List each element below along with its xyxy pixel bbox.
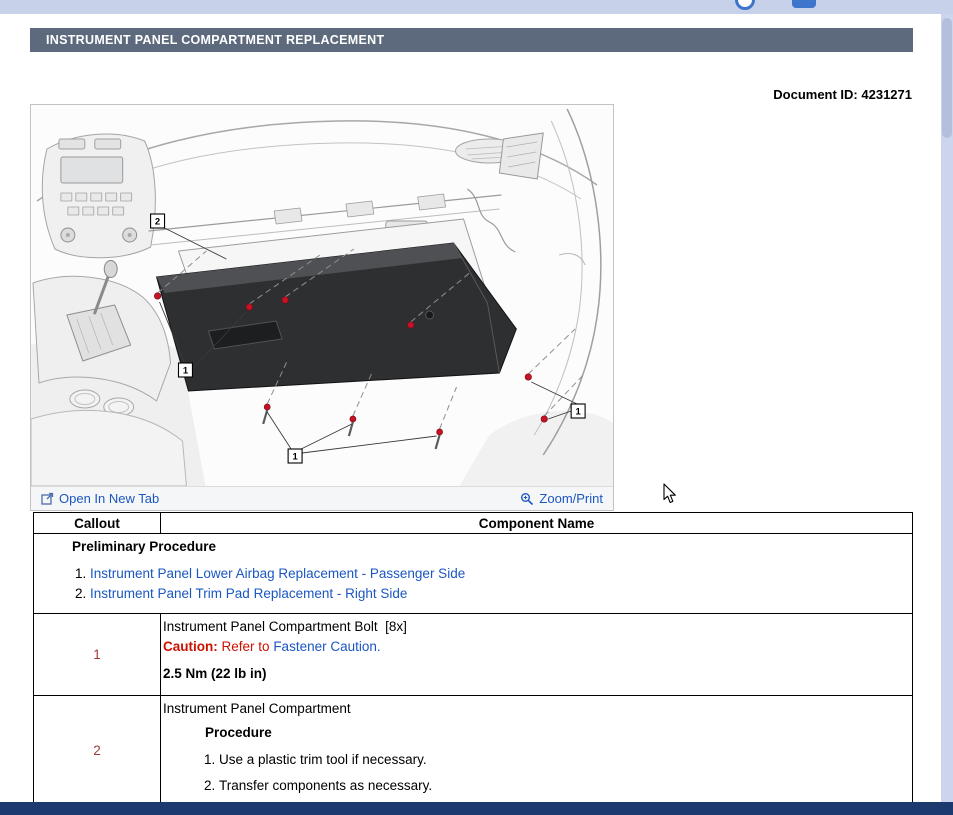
document-id: Document ID: 4231271 [773, 87, 912, 102]
preliminary-list-item: Instrument Panel Trim Pad Replacement - … [90, 586, 908, 601]
svg-text:1: 1 [575, 406, 580, 417]
scrollbar-thumb[interactable] [942, 18, 952, 138]
figure-panel: 2 1 1 1 Open In New Tab [30, 104, 614, 511]
section-header: INSTRUMENT PANEL COMPARTMENT REPLACEMENT [30, 28, 913, 52]
toolbar-icon-2[interactable] [792, 0, 816, 8]
procedure-step-1: Use a plastic trim tool if necessary. [219, 750, 908, 770]
scrollbar[interactable] [941, 0, 953, 803]
svg-text:1: 1 [292, 451, 297, 462]
component-name-bolt: Instrument Panel Compartment Bolt [8x] [163, 617, 908, 637]
fastener-caution-link[interactable]: Fastener Caution. [273, 639, 380, 654]
figure-footer: Open In New Tab Zoom/Print [31, 486, 613, 510]
mouse-cursor [663, 483, 678, 504]
column-header-callout: Callout [34, 513, 161, 534]
preliminary-procedure-title: Preliminary Procedure [34, 539, 908, 554]
preliminary-procedure-row: Preliminary Procedure Instrument Panel L… [34, 534, 913, 614]
callout-number-2: 2 [34, 696, 161, 805]
caution-line: Caution: Refer to Fastener Caution. [163, 637, 908, 657]
preliminary-list-item: Instrument Panel Lower Airbag Replacemen… [90, 566, 908, 581]
preliminary-procedure-list: Instrument Panel Lower Airbag Replacemen… [34, 566, 908, 601]
caution-text: Refer to [222, 639, 270, 654]
table-header-row: Callout Component Name [34, 513, 913, 534]
torque-spec: 2.5 Nm (22 lb in) [163, 664, 908, 684]
figure-diagram: 2 1 1 1 [31, 105, 613, 486]
table-row-callout-2: 2 Instrument Panel Compartment Procedure… [34, 696, 913, 805]
callout-marker-1c: 1 [571, 404, 585, 418]
callout-table: Callout Component Name Preliminary Proce… [33, 512, 913, 805]
column-header-component: Component Name [161, 513, 913, 534]
zoom-magnifier-icon [520, 492, 534, 506]
callout-marker-1a: 1 [178, 363, 192, 377]
callout-marker-1b: 1 [288, 449, 302, 463]
procedure-step-2: Transfer components as necessary. [219, 776, 908, 796]
zoom-print-link[interactable]: Zoom/Print [520, 491, 603, 506]
preliminary-link-trim-pad[interactable]: Instrument Panel Trim Pad Replacement - … [90, 586, 407, 601]
svg-text:2: 2 [155, 216, 160, 227]
table-row-callout-1: 1 Instrument Panel Compartment Bolt [8x]… [34, 614, 913, 696]
procedure-title: Procedure [163, 723, 908, 743]
component-name-compartment: Instrument Panel Compartment [163, 699, 908, 719]
svg-text:1: 1 [183, 365, 188, 376]
preliminary-link-airbag[interactable]: Instrument Panel Lower Airbag Replacemen… [90, 566, 465, 581]
open-in-new-tab-link[interactable]: Open In New Tab [41, 491, 159, 506]
page-title: INSTRUMENT PANEL COMPARTMENT REPLACEMENT [46, 33, 384, 47]
open-in-new-tab-icon [41, 492, 54, 505]
procedure-step-list: Use a plastic trim tool if necessary. Tr… [163, 750, 908, 795]
callout-number-1: 1 [34, 614, 161, 696]
callout-marker-2: 2 [151, 214, 165, 228]
caution-label: Caution: [163, 639, 218, 654]
bottom-bar [0, 802, 953, 815]
component-qty: [8x] [385, 619, 407, 634]
zoom-print-label: Zoom/Print [539, 491, 603, 506]
open-in-new-tab-label: Open In New Tab [59, 491, 159, 506]
